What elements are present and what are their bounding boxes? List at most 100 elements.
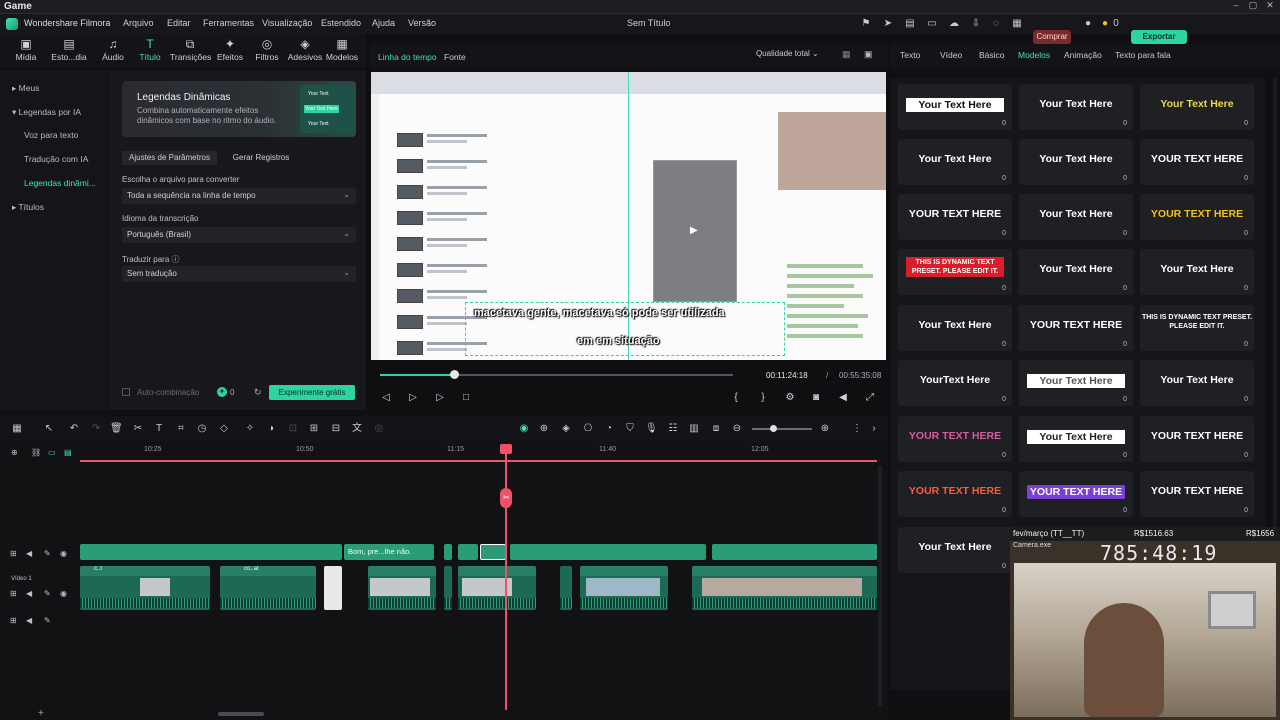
motion-icon[interactable]: ⎔ <box>582 423 594 435</box>
ai-icon[interactable]: ✧ <box>244 423 256 435</box>
fullscreen-icon[interactable]: ⤢ <box>864 392 876 404</box>
video-clip[interactable] <box>580 566 668 610</box>
caption-template-card[interactable]: YOUR TEXT HERE 0 <box>1140 471 1254 517</box>
zoom-slider[interactable] <box>752 428 812 430</box>
pip-icon[interactable]: ⧈ <box>710 423 722 435</box>
translate-select[interactable]: Sem tradução ⌄ <box>122 266 356 282</box>
snapshot-icon[interactable]: ◙ <box>810 392 822 404</box>
fit-icon[interactable]: ▤ <box>64 448 72 457</box>
auto-icon[interactable]: ◔ <box>603 423 615 435</box>
menu-arquivo[interactable]: Arquivo <box>123 18 154 28</box>
nav-legendas-dinamicas[interactable]: Legendas dinâmi... <box>24 178 96 188</box>
timeline-hscrollbar[interactable] <box>218 712 264 716</box>
step-play-icon[interactable]: ▷ <box>407 392 419 404</box>
video-clip[interactable] <box>560 566 572 610</box>
monitor-icon[interactable]: ▭ <box>926 18 938 30</box>
caption-template-card[interactable]: THIS IS DYNAMIC TEXT PRESET. PLEASE EDIT… <box>1140 305 1254 351</box>
mark-out-icon[interactable]: } <box>757 392 769 404</box>
tab-midia[interactable]: ▣ Mídia <box>6 37 46 67</box>
color-icon[interactable]: ◑ <box>265 423 277 435</box>
eye-icon[interactable]: ◉ <box>60 589 67 598</box>
caption-template-card[interactable]: Your Text Here 0 <box>1019 84 1133 130</box>
caption-template-card[interactable]: YourText Here 0 <box>898 360 1012 406</box>
add-track-icon[interactable]: ⊕ <box>11 448 18 457</box>
cut-icon[interactable]: ✂ <box>132 423 144 435</box>
caption-template-card[interactable]: YOUR TEXT HERE 0 <box>898 471 1012 517</box>
lock-icon[interactable]: ✎ <box>44 549 51 558</box>
undo-icon[interactable]: ↶ <box>68 423 80 435</box>
tab-video[interactable]: Vídeo <box>940 50 962 60</box>
collapse-icon[interactable]: › <box>868 423 880 435</box>
menu-versao[interactable]: Versão <box>408 18 436 28</box>
caption-clip[interactable] <box>712 544 877 560</box>
caption-template-card[interactable]: THIS IS DYNAMIC TEXT PRESET. PLEASE EDIT… <box>898 249 1012 295</box>
playhead-handle[interactable] <box>500 444 512 454</box>
caption-template-card[interactable]: Your Text Here 0 <box>1019 249 1133 295</box>
marker-icon[interactable]: ⊕ <box>538 423 550 435</box>
crop-icon[interactable]: ⌗ <box>175 423 187 435</box>
tab-efeitos[interactable]: ✦ Efeitos <box>210 37 250 67</box>
shield-icon[interactable]: ⛉ <box>624 423 636 435</box>
scrubber-knob[interactable] <box>450 370 460 379</box>
menu-ferramentas[interactable]: Ferramentas <box>203 18 254 28</box>
caption-clip[interactable] <box>458 544 478 560</box>
mixer-icon[interactable]: ☷ <box>667 423 679 435</box>
tab-audio[interactable]: ♫ Áudio <box>93 37 133 67</box>
lock-icon[interactable]: ✎ <box>44 616 51 625</box>
grid-icon[interactable]: ▦ <box>842 49 851 60</box>
snap-icon[interactable]: ◉ <box>518 423 530 435</box>
tab-fonte[interactable]: Fonte <box>444 52 466 62</box>
quality-select[interactable]: Qualidade total ⌄ <box>756 49 819 58</box>
cloud-icon[interactable]: ☁ <box>948 18 960 30</box>
playhead[interactable] <box>505 444 507 710</box>
caption-template-card[interactable]: Your Text Here 0 <box>1019 416 1133 462</box>
tab-filtros[interactable]: ◎ Filtros <box>247 37 287 67</box>
zoom-slider-knob[interactable] <box>770 425 777 432</box>
audio-bars-icon[interactable]: ▥ <box>688 423 700 435</box>
video-clip[interactable] <box>692 566 877 610</box>
tab-gerar-registros[interactable]: Gerar Registros <box>226 151 296 165</box>
caption-template-card[interactable]: Your Text Here 0 <box>898 84 1012 130</box>
transform-icon[interactable]: ◇ <box>218 423 230 435</box>
help-icon[interactable]: ◌ <box>990 18 1002 30</box>
nav-titulos[interactable]: ▸ Títulos <box>12 202 44 213</box>
tab-texto-para-fala[interactable]: Texto para fala <box>1115 50 1171 60</box>
caption-template-card[interactable]: YOUR TEXT HERE 0 <box>1019 471 1133 517</box>
zoom-out-icon[interactable]: ⊖ <box>731 423 743 435</box>
layout-icon[interactable]: ▦ <box>11 423 23 435</box>
stabilize-icon[interactable]: ⊡ <box>287 423 299 435</box>
split-icon[interactable]: ⊟ <box>330 423 342 435</box>
zoom-in-icon[interactable]: ⊕ <box>819 423 831 435</box>
tab-linha-do-tempo[interactable]: Linha do tempo <box>378 52 437 62</box>
volume-icon[interactable]: ◀ <box>837 392 849 404</box>
delete-icon[interactable]: 🗑 <box>110 423 123 435</box>
template-icon[interactable]: ▤ <box>904 18 916 30</box>
caption-template-card[interactable]: Your Text Here 0 <box>1140 249 1254 295</box>
video-clip[interactable] <box>458 566 536 610</box>
redo-icon[interactable]: ↷ <box>90 423 102 435</box>
tab-transicoes[interactable]: ⧉ Transições <box>170 37 211 67</box>
caption-clip-selected[interactable] <box>480 544 506 560</box>
refresh-icon[interactable]: ↻ <box>254 387 262 398</box>
convert-select[interactable]: Toda a sequência na linha de tempo ⌄ <box>122 188 356 204</box>
caption-clip[interactable] <box>444 544 452 560</box>
more-grid-icon[interactable]: ⋮ <box>851 423 863 435</box>
caption-template-card[interactable]: Your Text Here 0 <box>898 527 1012 573</box>
tab-animacao[interactable]: Animação <box>1064 50 1102 60</box>
language-select[interactable]: Português (Brasil) ⌄ <box>122 227 356 243</box>
play-icon[interactable]: ▷ <box>434 392 446 404</box>
stop-icon[interactable]: □ <box>460 392 472 404</box>
video-clip[interactable]: c..t <box>80 566 210 610</box>
speaker-icon[interactable]: ◀ <box>26 616 32 625</box>
caption-template-card[interactable]: YOUR TEXT HERE 0 <box>1140 416 1254 462</box>
tab-titulo[interactable]: T Título <box>130 37 170 67</box>
video-clip[interactable] <box>368 566 436 610</box>
menu-ajuda[interactable]: Ajuda <box>372 18 395 28</box>
work-area-bar[interactable] <box>80 460 877 462</box>
caption-template-card[interactable]: Your Text Here 0 <box>898 305 1012 351</box>
send-icon[interactable]: ➤ <box>882 18 894 30</box>
caption-clip[interactable] <box>80 544 342 560</box>
nav-meus[interactable]: ▸ Meus <box>12 83 39 94</box>
caption-template-card[interactable]: Your Text Here 0 <box>1140 360 1254 406</box>
playhead-cut-button[interactable]: ✂ <box>500 488 512 508</box>
